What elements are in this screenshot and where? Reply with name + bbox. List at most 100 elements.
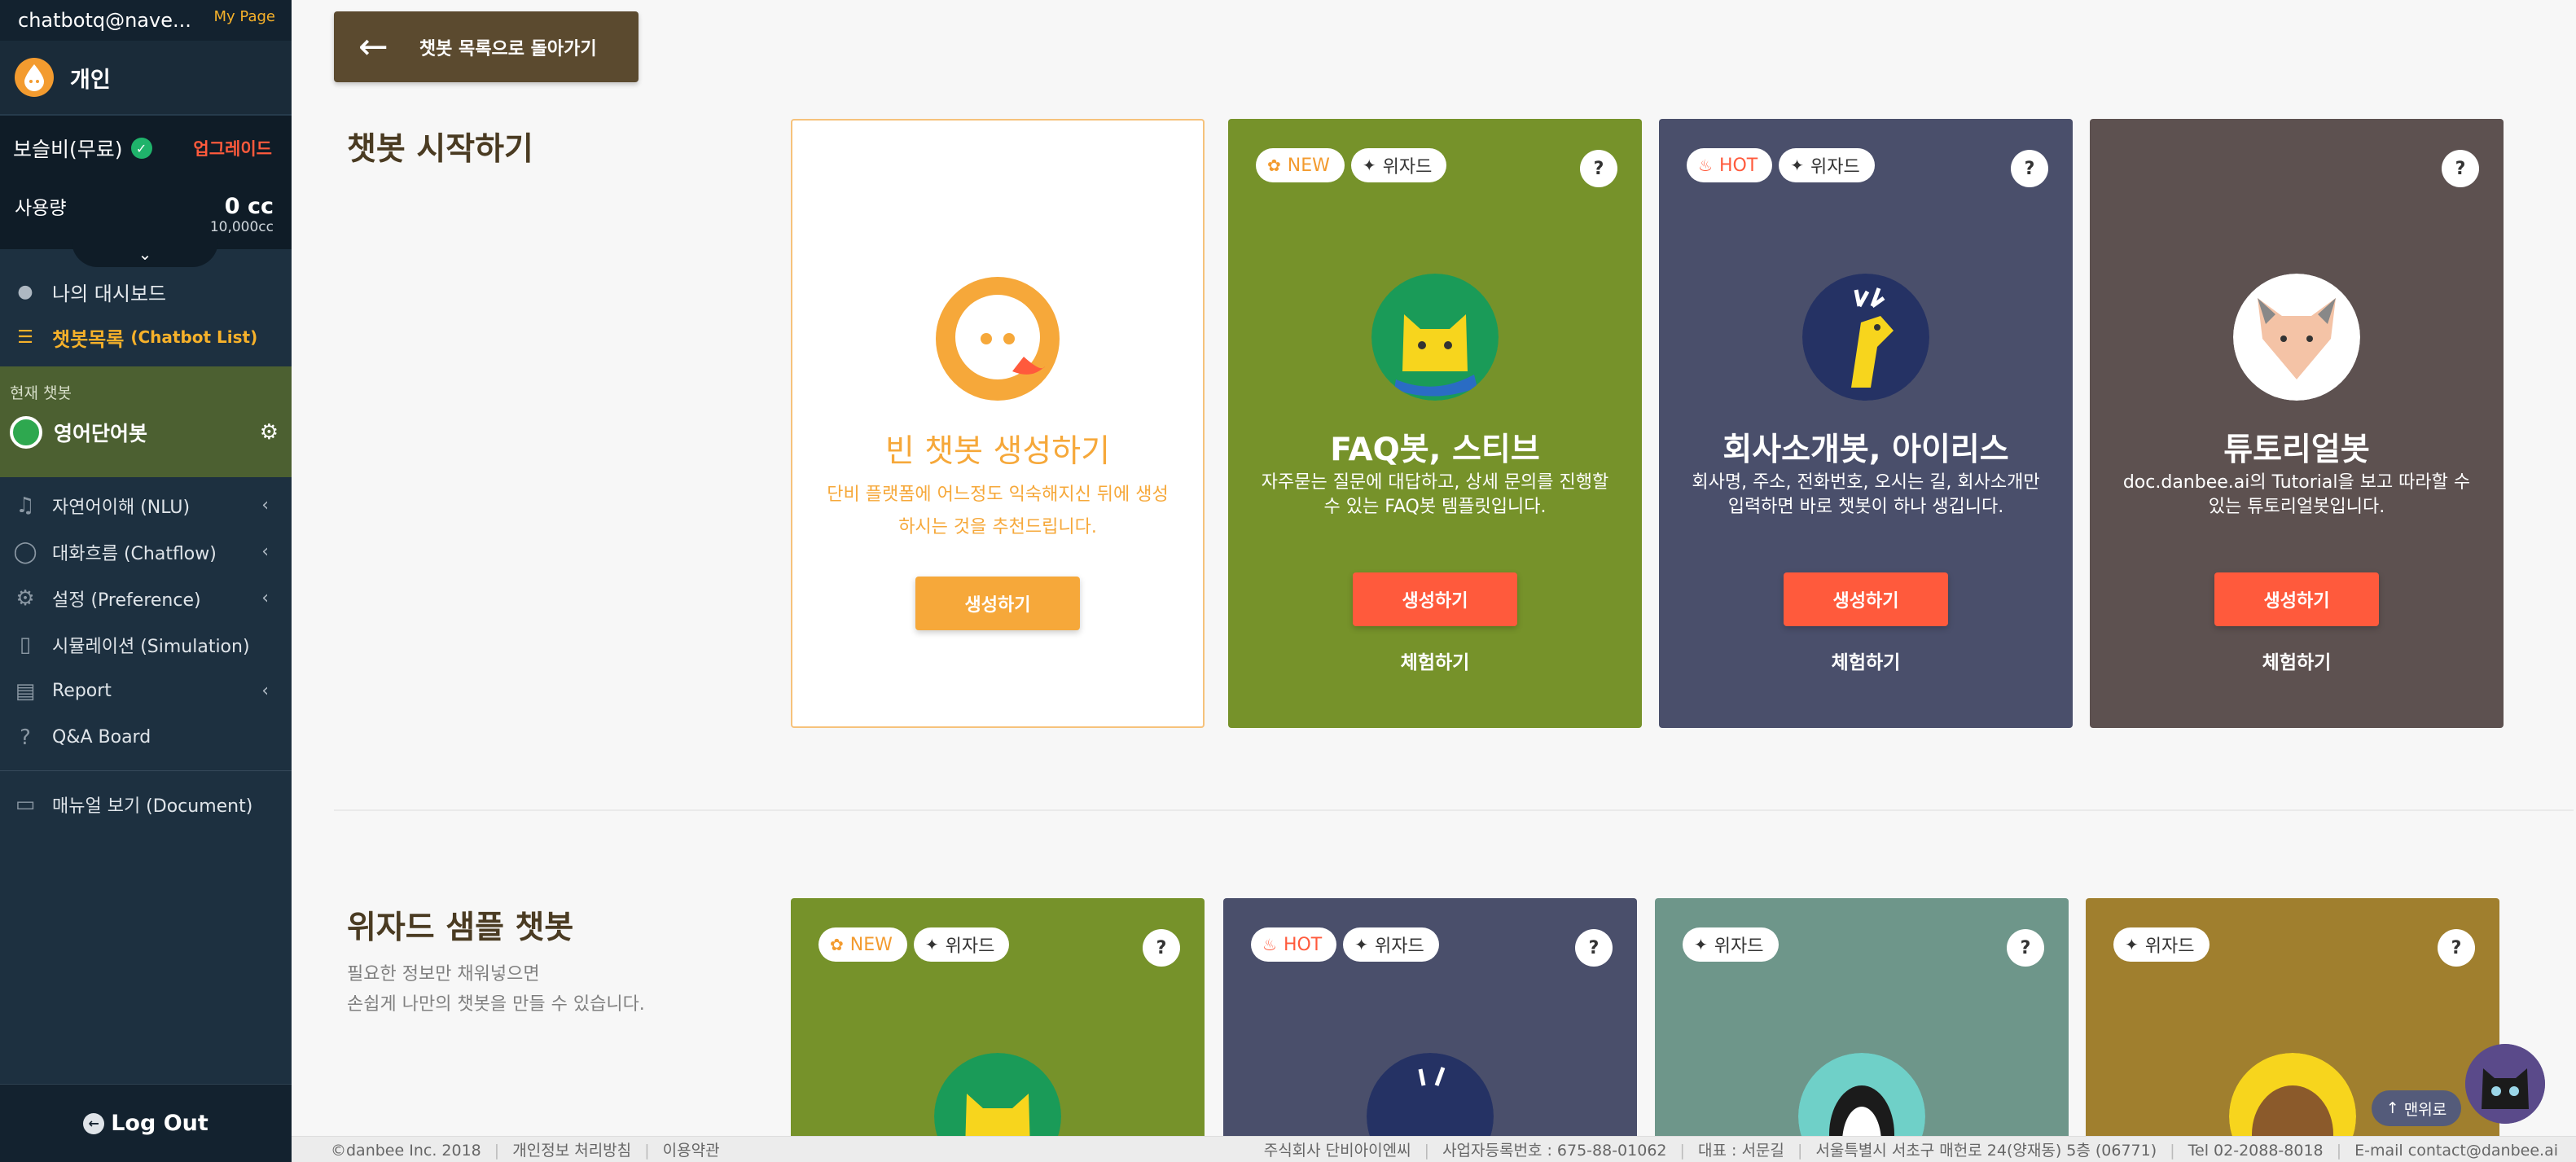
question-icon: ? [20, 725, 31, 750]
blank-chatbot-card[interactable]: 빈 챗봇 생성하기 단비 플랫폼에 어느정도 익숙해지신 뒤에 생성하시는 것을… [791, 119, 1205, 728]
footer-privacy-link[interactable]: 개인정보 처리방침 [512, 1142, 631, 1160]
sidebar-header: chatbotq@nave... My Page [0, 0, 292, 41]
list-icon: ☰ [17, 327, 33, 348]
card-title: FAQ봇, 스티브 [1330, 432, 1540, 468]
upgrade-link[interactable]: 업그레이드 [193, 136, 272, 160]
gear-icon[interactable]: ⚙ [260, 420, 279, 445]
check-icon: ✓ [130, 138, 152, 159]
footer-email: E-mail contact@danbee.ai [2354, 1142, 2558, 1160]
hot-badge: ♨ HOT [1251, 927, 1337, 962]
new-badge: ✿ NEW [1256, 148, 1345, 182]
wizard-badge: ✦ 위자드 [1350, 148, 1447, 182]
try-link[interactable]: 체험하기 [2090, 647, 2504, 674]
chart-icon: ▤ [15, 678, 36, 704]
phone-icon: ▯ [19, 632, 32, 657]
menu-item-manual[interactable]: ▭ 매뉴얼 보기 (Document) [0, 781, 292, 827]
hot-badge: ♨ HOT [1687, 148, 1773, 182]
user-email: chatbotq@nave... [18, 9, 191, 32]
logout-label: Log Out [111, 1111, 208, 1136]
wand-icon: ✦ [1354, 935, 1369, 954]
wizard-faq-card[interactable]: ✿ NEW ✦ 위자드 ? [791, 898, 1205, 1142]
footer-copyright: ©danbee Inc. 2018 [331, 1142, 481, 1160]
cat-mascot-icon [1371, 274, 1499, 401]
scroll-top-button[interactable]: ↑ 맨위로 [2372, 1090, 2461, 1126]
footer-separator: | [1679, 1142, 1685, 1160]
current-chatbot-label: 현재 챗봇 [10, 384, 72, 402]
chatbot-menu: ♫ 자연어이해 (NLU) ‹ ◯ 대화흐름 (Chatflow) ‹ ⚙ 설정… [0, 477, 292, 827]
book-icon: ▭ [15, 791, 36, 817]
mypage-link[interactable]: My Page [214, 8, 275, 25]
arrow-up-icon: ↑ [2385, 1099, 2399, 1117]
menu-item-chatflow[interactable]: ◯ 대화흐름 (Chatflow) ‹ [0, 528, 292, 575]
help-button[interactable]: ? [1575, 929, 1613, 967]
fire-icon: ♨ [1262, 935, 1277, 954]
try-link[interactable]: 체험하기 [1659, 647, 2073, 674]
headphone-icon: ♫ [15, 493, 35, 518]
menu-item-report[interactable]: ▤ Report ‹ [0, 668, 292, 714]
chevron-down-icon[interactable]: ⌄ [72, 241, 218, 267]
chevron-left-icon: ‹ [261, 681, 269, 701]
footer-ceo: 대표 : 서문길 [1698, 1142, 1784, 1160]
bee-icon: ✿ [830, 935, 844, 954]
wizard-badge: ✦ 위자드 [1683, 927, 1779, 962]
help-button[interactable]: ? [1143, 929, 1180, 967]
current-chatbot: 현재 챗봇 영어단어봇 ⚙ [0, 366, 292, 477]
help-button[interactable]: ? [2007, 929, 2044, 967]
wizard-penguin-card[interactable]: ✦ 위자드 ? [1655, 898, 2069, 1142]
help-button[interactable]: ? [2011, 150, 2048, 187]
section-desc-line: 손쉽게 나만의 챗봇을 만들 수 있습니다. [347, 994, 645, 1015]
usage-row: 사용량 0 cc 10,000cc ⌄ [0, 181, 292, 267]
create-button[interactable]: 생성하기 [1784, 572, 1948, 626]
try-link[interactable]: 체험하기 [1228, 647, 1642, 674]
beaver-mascot-icon [2229, 1053, 2356, 1142]
card-desc: 자주묻는 질문에 대답하고, 상세 문의를 진행할 수 있는 FAQ봇 템플릿입… [1261, 472, 1609, 517]
help-button[interactable]: ? [2438, 929, 2475, 967]
help-button[interactable]: ? [2442, 150, 2479, 187]
footer-terms-link[interactable]: 이용약관 [663, 1142, 720, 1160]
main-content: ← 챗봇 목록으로 돌아가기 챗봇 시작하기 빈 챗봇 생성하기 단비 플랫폼에… [292, 0, 2576, 1142]
wand-icon: ✦ [1694, 935, 1708, 954]
create-button[interactable]: 생성하기 [2214, 572, 2379, 626]
wizard-company-card[interactable]: ♨ HOT ✦ 위자드 ? [1223, 898, 1637, 1142]
create-button[interactable]: 생성하기 [915, 577, 1080, 630]
tutorial-bot-card: ? 튜토리얼봇 doc.danbee.ai의 Tutorial을 보고 따라할 … [2090, 119, 2504, 728]
help-button[interactable]: ? [1580, 150, 1617, 187]
section-desc: 필요한 정보만 채워넣으면 손쉽게 나만의 챗봇을 만들 수 있습니다. [347, 959, 645, 1019]
chevron-left-icon: ‹ [261, 495, 269, 515]
menu-item-nlu[interactable]: ♫ 자연어이해 (NLU) ‹ [0, 482, 292, 528]
footer-separator: | [2170, 1142, 2175, 1160]
sidebar-item-chatbot-list[interactable]: ☰ 챗봇목록 (Chatbot List) [0, 314, 292, 360]
deer-mascot-icon [1802, 274, 1929, 401]
menu-item-label: Q&A Board [52, 727, 151, 748]
card-title: 튜토리얼봇 [2223, 432, 2370, 468]
menu-item-preference[interactable]: ⚙ 설정 (Preference) ‹ [0, 575, 292, 621]
footer-separator: | [2336, 1142, 2342, 1160]
menu-item-simulation[interactable]: ▯ 시뮬레이션 (Simulation) [0, 621, 292, 668]
logout-icon: ← [83, 1112, 105, 1134]
card-desc: 단비 플랫폼에 어느정도 익숙해지신 뒤에 생성하시는 것을 추천드립니다. [827, 485, 1169, 537]
sidebar-item-label: 챗봇목록 [52, 327, 125, 351]
footer-separator: | [1797, 1142, 1803, 1160]
company-bot-card: ♨ HOT ✦ 위자드 ? 회사소개봇, 아이리스 회사명, 주소, 전화번호, 오… [1659, 119, 2073, 728]
faq-bot-card: ✿ NEW ✦ 위자드 ? FAQ봇, 스티브 자주묻는 질문에 대답하고, 상세 … [1228, 119, 1642, 728]
chat-assistant-icon[interactable] [2465, 1044, 2545, 1124]
menu-item-qna[interactable]: ? Q&A Board [0, 714, 292, 761]
wand-icon: ✦ [2125, 935, 2139, 954]
menu-item-label: 자연어이해 (NLU) [52, 497, 191, 518]
usage-label: 사용량 [15, 198, 67, 219]
footer-separator: | [644, 1142, 650, 1160]
logout-button[interactable]: ← Log Out [0, 1084, 292, 1162]
chevron-left-icon: ‹ [261, 542, 269, 562]
account-selector[interactable]: 개인 [0, 41, 292, 116]
chat-icon: ◯ [13, 539, 37, 564]
create-button[interactable]: 생성하기 [1353, 572, 1517, 626]
scroll-top-label: 맨위로 [2403, 1100, 2447, 1119]
sidebar-item-sublabel: (Chatbot List) [130, 327, 258, 347]
card-title: 빈 챗봇 생성하기 [885, 433, 1110, 470]
deer-mascot-icon [1367, 1053, 1494, 1142]
sidebar-item-dashboard[interactable]: ● 나의 대시보드 [0, 269, 292, 314]
wizard-badge: ✦ 위자드 [913, 927, 1010, 962]
back-to-list-button[interactable]: ← 챗봇 목록으로 돌아가기 [334, 11, 639, 82]
arrow-left-icon: ← [358, 26, 388, 68]
current-chatbot-name[interactable]: 영어단어봇 [54, 418, 260, 447]
